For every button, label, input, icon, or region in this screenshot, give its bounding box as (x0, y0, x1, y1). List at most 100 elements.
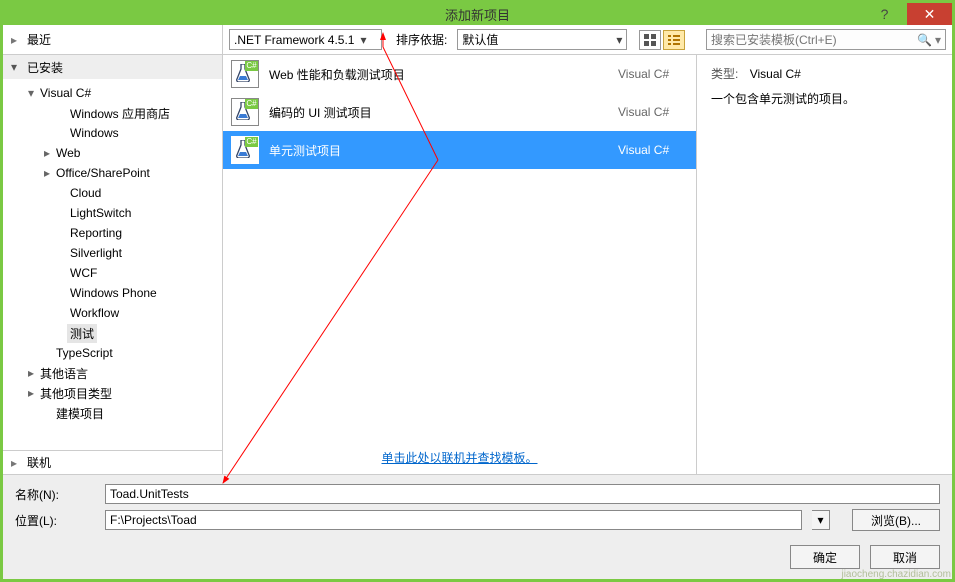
template-language: Visual C# (618, 105, 688, 119)
tree-item-label: LightSwitch (67, 205, 134, 221)
tree-item[interactable]: ▸Office/SharePoint (3, 163, 222, 183)
installed-label: 已安装 (27, 59, 63, 76)
view-list[interactable] (663, 30, 685, 50)
template-row[interactable]: C# Web 性能和负载测试项目 Visual C# (223, 55, 696, 93)
detail-pane: 类型: Visual C# 一个包含单元测试的项目。 (697, 55, 952, 474)
list-icon (668, 34, 680, 46)
content-area: .NET Framework 4.5.1 ▾ 排序依据: 默认值 ▾ (223, 25, 952, 474)
tree-item-label: TypeScript (53, 345, 116, 361)
recent-header[interactable]: ▸ 最近 (3, 25, 222, 55)
template-row[interactable]: C# 编码的 UI 测试项目 Visual C# (223, 93, 696, 131)
chevron-right-icon: ▸ (41, 166, 53, 180)
tree-item[interactable]: 测试 (3, 323, 222, 343)
detail-type-label: 类型: (711, 67, 738, 81)
search-input[interactable] (711, 33, 917, 47)
tree-item-label: Silverlight (67, 245, 125, 261)
tree-item[interactable]: Cloud (3, 183, 222, 203)
detail-description: 一个包含单元测试的项目。 (711, 90, 938, 107)
search-icon: 🔍 (917, 33, 932, 47)
watermark: jiaocheng.chazidian.com (841, 569, 951, 580)
tree-item-label: 其他语言 (37, 364, 91, 383)
online-search-link[interactable]: 单击此处以联机并查找模板。 (223, 441, 696, 474)
tree-item-label: Workflow (67, 305, 122, 321)
help-button[interactable]: ? (862, 3, 907, 25)
close-button[interactable]: ✕ (907, 3, 952, 25)
bottom-panel: 名称(N): 位置(L): ▾ 浏览(B)... (3, 474, 952, 537)
test-project-icon: C# (231, 136, 259, 164)
tree-item[interactable]: Windows 应用商店 (3, 103, 222, 123)
tree-item[interactable]: LightSwitch (3, 203, 222, 223)
chevron-down-icon: ▾ (25, 86, 37, 100)
view-small-icons[interactable] (639, 30, 661, 50)
online-label: 联机 (27, 454, 51, 471)
tree-item-label: Windows 应用商店 (67, 104, 173, 123)
window-title: 添加新项目 (3, 5, 952, 24)
content-row: C# Web 性能和负载测试项目 Visual C# C# 编码的 UI 测试项目 Vis… (223, 55, 952, 474)
tree-item-label: Office/SharePoint (53, 165, 153, 181)
tree-item[interactable]: ▸其他项目类型 (3, 383, 222, 403)
template-name: Web 性能和负载测试项目 (269, 66, 608, 83)
tree-item-label: 测试 (67, 324, 97, 343)
browse-button[interactable]: 浏览(B)... (852, 509, 940, 531)
template-items: C# Web 性能和负载测试项目 Visual C# C# 编码的 UI 测试项目 Vis… (223, 55, 696, 441)
template-language: Visual C# (618, 67, 688, 81)
framework-dropdown[interactable]: .NET Framework 4.5.1 ▾ (229, 29, 382, 50)
detail-type-value: Visual C# (750, 67, 801, 81)
template-language: Visual C# (618, 143, 688, 157)
tree-item[interactable]: TypeScript (3, 343, 222, 363)
search-box[interactable]: 🔍 ▾ (706, 29, 946, 50)
location-label: 位置(L): (15, 512, 95, 529)
title-bar: 添加新项目 ? ✕ (3, 3, 952, 25)
chevron-right-icon: ▸ (41, 146, 53, 160)
name-row: 名称(N): (15, 481, 940, 507)
chevron-right-icon: ▸ (11, 33, 23, 47)
location-field[interactable] (105, 510, 802, 530)
tree-item[interactable]: Windows Phone (3, 283, 222, 303)
tree-item-label: WCF (67, 265, 100, 281)
name-field[interactable] (105, 484, 940, 504)
chevron-down-icon: ▾ (616, 33, 622, 47)
tree-item[interactable]: 建模项目 (3, 403, 222, 423)
tree-item-label: 其他项目类型 (37, 384, 115, 403)
sort-value: 默认值 (462, 31, 498, 48)
template-row[interactable]: C# 单元测试项目 Visual C# (223, 131, 696, 169)
chevron-right-icon: ▸ (25, 386, 37, 400)
tree-item-label: Windows (67, 125, 122, 141)
test-project-icon: C# (231, 60, 259, 88)
template-name: 单元测试项目 (269, 142, 608, 159)
tree-item[interactable]: Workflow (3, 303, 222, 323)
framework-value: .NET Framework 4.5.1 (234, 33, 354, 47)
window-controls: ? ✕ (862, 3, 952, 25)
tree-item[interactable]: Windows (3, 123, 222, 143)
location-row: 位置(L): ▾ 浏览(B)... (15, 507, 940, 533)
online-header[interactable]: ▸ 联机 (3, 450, 222, 474)
template-list: C# Web 性能和负载测试项目 Visual C# C# 编码的 UI 测试项目 Vis… (223, 55, 697, 474)
installed-header[interactable]: ▾ 已安装 (3, 55, 222, 79)
view-toggles (639, 30, 685, 50)
recent-label: 最近 (27, 31, 51, 48)
detail-type-row: 类型: Visual C# (711, 65, 938, 82)
sort-dropdown[interactable]: 默认值 ▾ (457, 29, 627, 50)
chevron-down-icon: ▾ (11, 60, 23, 74)
tree-item[interactable]: Reporting (3, 223, 222, 243)
tree-item[interactable]: ▸Web (3, 143, 222, 163)
test-project-icon: C# (231, 98, 259, 126)
chevron-right-icon: ▸ (25, 366, 37, 380)
tree-item[interactable]: WCF (3, 263, 222, 283)
tree-item-label: Cloud (67, 185, 104, 201)
tree-item[interactable]: Silverlight (3, 243, 222, 263)
main-area: ▸ 最近 ▾ 已安装 ▾Visual C#Windows 应用商店Windows… (3, 25, 952, 474)
tree-item[interactable]: ▾Visual C# (3, 83, 222, 103)
category-tree: ▾Visual C#Windows 应用商店Windows▸Web▸Office… (3, 79, 222, 450)
dialog-buttons: 确定 取消 (3, 537, 952, 579)
tree-item-label: Visual C# (37, 85, 94, 101)
tree-item-label: Web (53, 145, 83, 161)
template-name: 编码的 UI 测试项目 (269, 104, 608, 121)
tree-item-label: Reporting (67, 225, 125, 241)
location-dropdown-button[interactable]: ▾ (812, 510, 830, 530)
tree-item[interactable]: ▸其他语言 (3, 363, 222, 383)
cancel-button[interactable]: 取消 (870, 545, 940, 569)
name-label: 名称(N): (15, 486, 95, 503)
ok-button[interactable]: 确定 (790, 545, 860, 569)
chevron-right-icon: ▸ (11, 456, 23, 470)
